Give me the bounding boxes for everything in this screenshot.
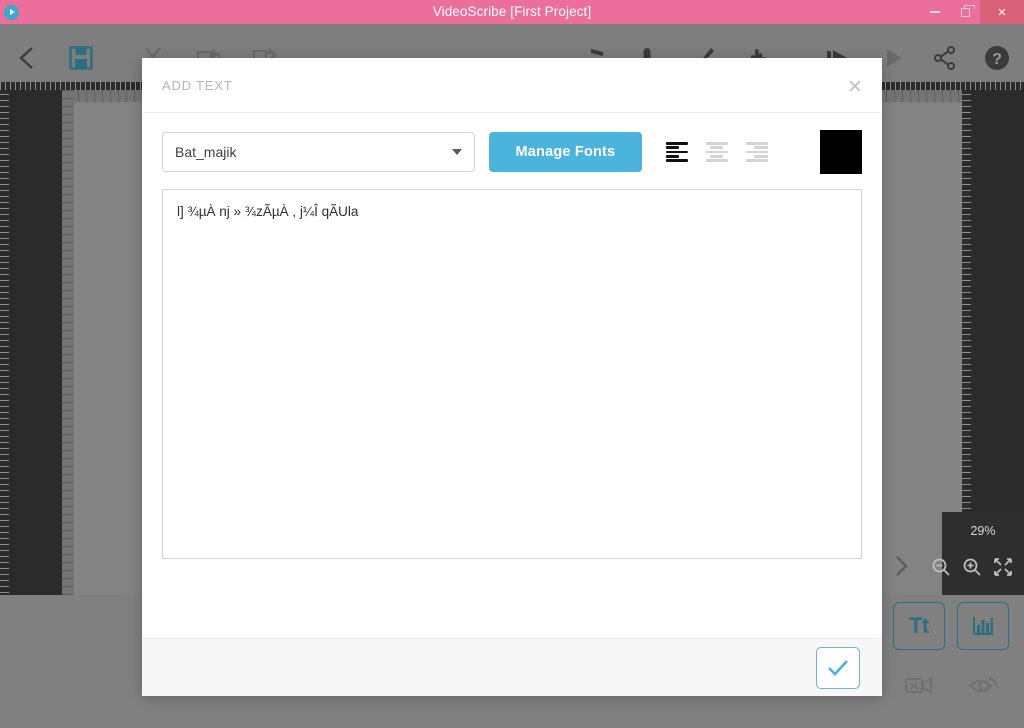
check-icon [828,659,848,676]
dialog-header: ADD TEXT ✕ [142,58,882,113]
modal-overlay: ADD TEXT ✕ Bat_majik Manage Fonts [0,0,1024,728]
text-input[interactable] [162,189,862,559]
manage-fonts-button[interactable]: Manage Fonts [489,132,642,172]
font-select-value: Bat_majik [175,144,237,160]
close-icon[interactable]: ✕ [844,76,866,98]
font-select[interactable]: Bat_majik [162,132,476,172]
confirm-button[interactable] [816,646,860,689]
text-color-swatch[interactable] [819,130,862,174]
dialog-footer [142,638,882,696]
dialog-title: ADD TEXT [162,77,233,93]
alignment-group [665,142,768,162]
dialog-body: Bat_majik Manage Fonts [142,113,882,638]
align-right-icon[interactable] [745,142,768,162]
text-controls-row: Bat_majik Manage Fonts [162,130,862,174]
align-center-icon[interactable] [705,142,728,162]
videoscribe-app: VideoScribe [First Project] × ? 29% Tt A… [0,0,1024,728]
add-text-dialog: ADD TEXT ✕ Bat_majik Manage Fonts [142,58,882,696]
chevron-down-icon [452,149,463,155]
align-left-icon[interactable] [665,142,688,162]
